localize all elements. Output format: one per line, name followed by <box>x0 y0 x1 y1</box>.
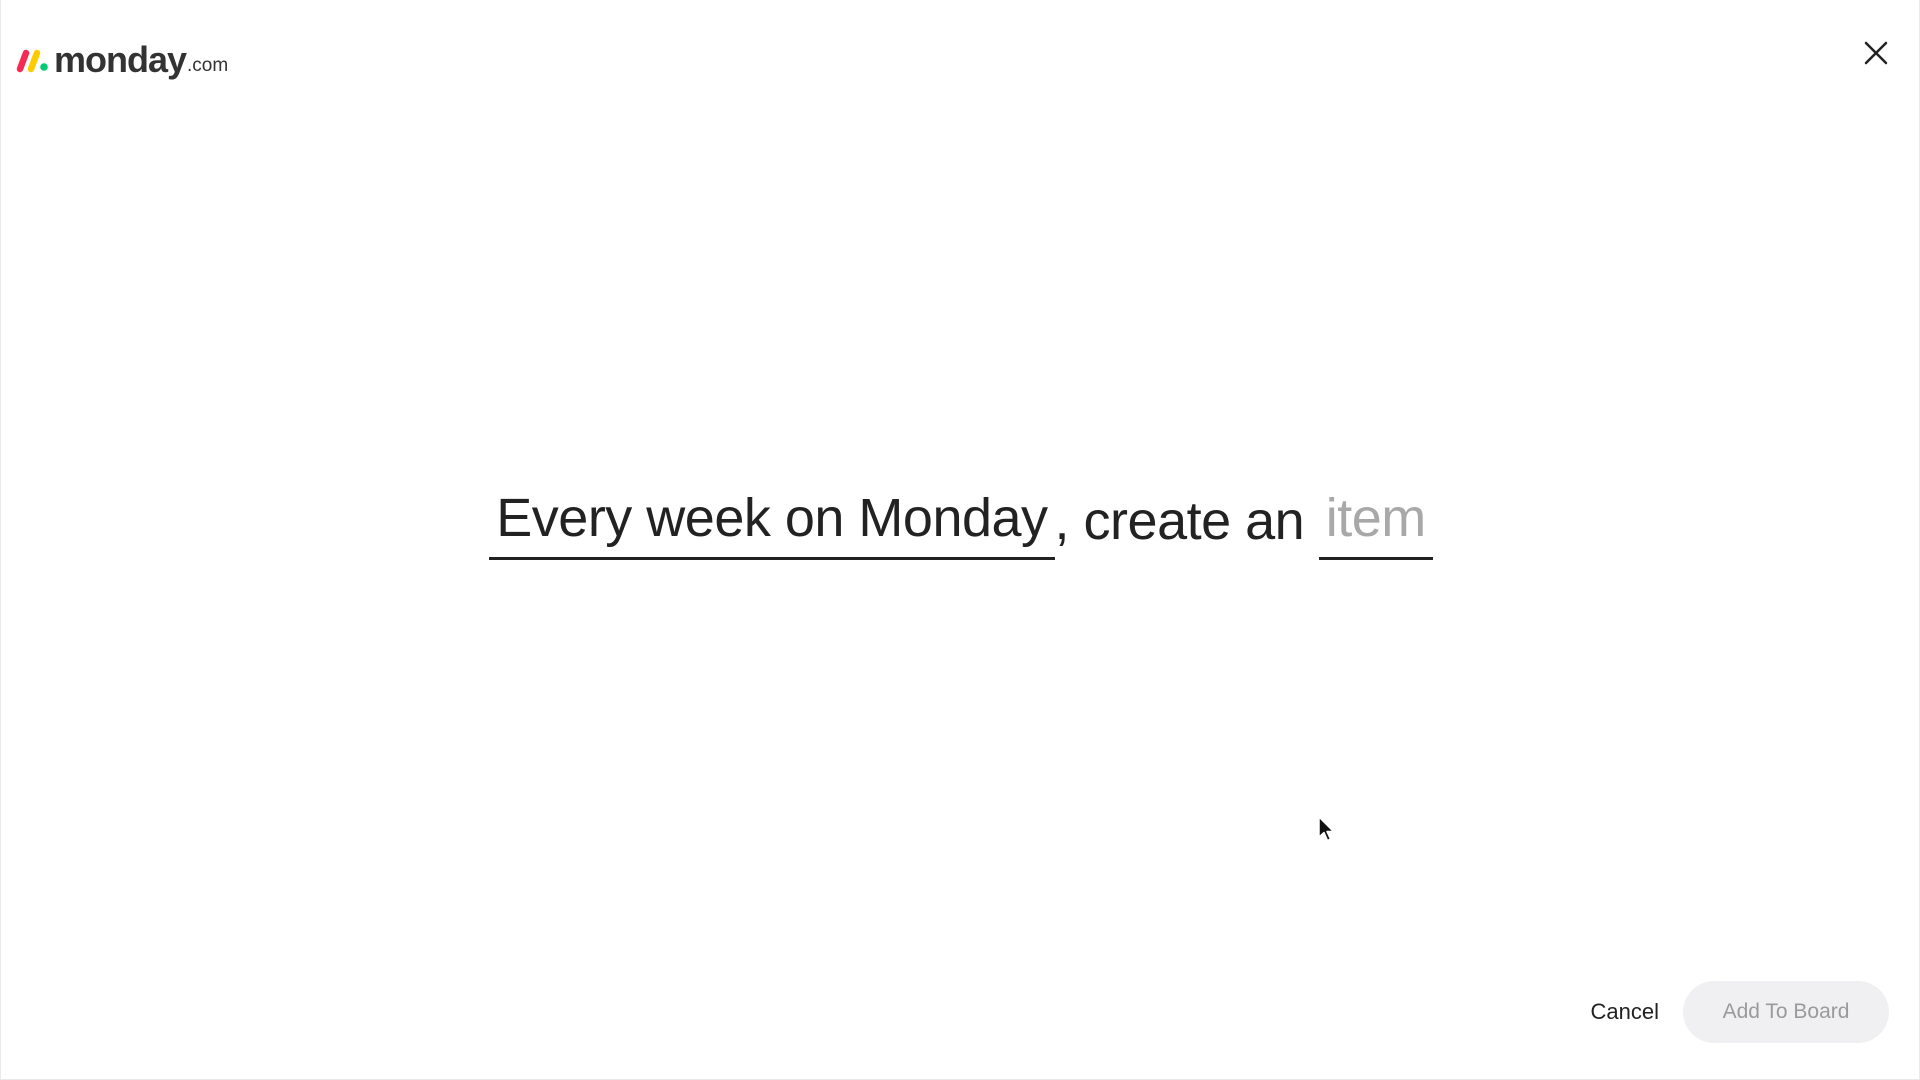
logo-wordmark: monday <box>54 39 187 80</box>
cancel-button[interactable]: Cancel <box>1577 989 1673 1035</box>
recipe-static-text: , create an <box>1054 491 1319 551</box>
add-to-board-button[interactable]: Add To Board <box>1683 981 1889 1043</box>
item-field[interactable]: item <box>1318 491 1433 560</box>
monday-logo-mark-icon <box>16 49 48 73</box>
trigger-field[interactable]: Every week on Monday <box>489 491 1055 560</box>
logo-suffix: .com <box>187 54 229 76</box>
mouse-pointer-icon <box>1318 816 1335 842</box>
dialog-footer: Cancel Add To Board <box>1577 981 1889 1043</box>
automation-recipe-dialog: monday .com Every week on Monday , creat… <box>0 0 1920 1080</box>
close-icon[interactable] <box>1861 38 1891 68</box>
monday-logo: monday .com <box>16 38 228 82</box>
recipe-sentence: Every week on Monday , create an item <box>1 480 1920 560</box>
